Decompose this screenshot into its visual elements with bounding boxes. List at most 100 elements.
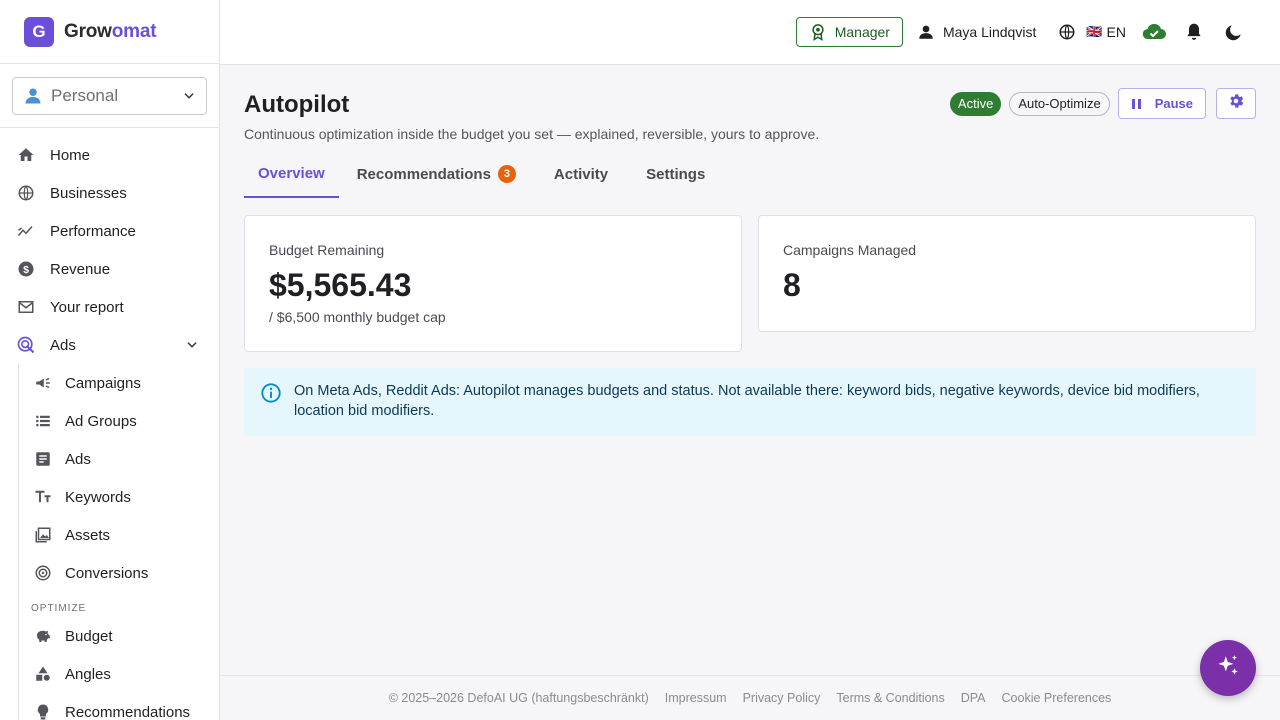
footer-link-privacy[interactable]: Privacy Policy (743, 691, 821, 705)
ads-subnav: Campaigns Ad Groups Ads Keywords Assets … (18, 364, 219, 720)
card-label: Campaigns Managed (783, 242, 917, 258)
language-selector[interactable]: 🇬🇧 EN (1058, 23, 1126, 41)
nav-item-label: Keywords (65, 488, 131, 506)
language-code: EN (1106, 24, 1126, 40)
account-selector[interactable]: Personal (12, 77, 207, 115)
nav-item-label: Revenue (50, 260, 111, 278)
nav-item-label: Budget (65, 627, 113, 645)
page-subtitle: Continuous optimization inside the budge… (244, 126, 820, 142)
nav-item-revenue[interactable]: $ Revenue (0, 250, 219, 288)
brand-name: Growomat (64, 20, 157, 43)
mode-badge: Auto-Optimize (1009, 91, 1110, 116)
text-size-icon (33, 487, 53, 507)
brand-name-part2: omat (111, 20, 157, 42)
nav-item-label: Home (50, 146, 91, 164)
tab-label: Recommendations (356, 165, 491, 183)
nav-item-label: Conversions (65, 564, 149, 582)
count-badge: 3 (497, 165, 516, 183)
summary-cards: Budget Remaining $5,565.43 / $6,500 mont… (244, 215, 1256, 352)
footer-link-impressum[interactable]: Impressum (665, 691, 727, 705)
shapes-icon (33, 664, 53, 684)
main-nav: Home Businesses Performance $ Revenue Yo… (0, 128, 219, 720)
nav-item-your-report[interactable]: Your report (0, 288, 219, 326)
nav-item-label: Your report (50, 298, 124, 316)
person-icon (23, 86, 43, 106)
card-subtext: / $6,500 monthly budget cap (269, 309, 446, 325)
nav-item-ad-groups[interactable]: Ad Groups (19, 402, 219, 440)
tab-label: Activity (553, 165, 609, 183)
status-badge: Active (949, 91, 1002, 116)
account-selector-wrap: Personal (0, 64, 219, 128)
sparkle-icon (1215, 653, 1241, 684)
info-text: On Meta Ads, Reddit Ads: Autopilot manag… (294, 383, 1200, 419)
bell-icon[interactable] (1182, 20, 1206, 44)
settings-button[interactable] (1216, 88, 1256, 119)
nav-item-label: Businesses (50, 184, 127, 202)
nav-item-angles[interactable]: Angles (19, 655, 219, 693)
tab-label: Overview (258, 164, 325, 182)
home-icon (16, 145, 36, 165)
moon-icon[interactable] (1222, 20, 1246, 44)
nav-item-label: Ad Groups (65, 412, 137, 430)
nav-item-performance[interactable]: Performance (0, 212, 219, 250)
brand[interactable]: G Growomat (0, 0, 219, 64)
pause-button[interactable]: Pause (1117, 88, 1206, 119)
footer-link-terms[interactable]: Terms & Conditions (836, 691, 944, 705)
dollar-icon: $ (16, 259, 36, 279)
user-name: Maya Lindqvist (942, 24, 1037, 40)
nav-item-label: Ads (65, 450, 91, 468)
card-label: Budget Remaining (269, 242, 385, 258)
brand-name-part1: Grow (64, 20, 112, 42)
globe-icon (16, 183, 36, 203)
brand-logo: G (24, 16, 54, 47)
nav-item-label: Ads (50, 336, 76, 354)
ai-assistant-button[interactable] (1200, 640, 1256, 696)
nav-item-budget[interactable]: Budget (19, 617, 219, 655)
top-bar: Manager Maya Lindqvist 🇬🇧 EN (220, 0, 1280, 65)
mail-icon (16, 297, 36, 317)
chevron-down-icon[interactable] (185, 338, 199, 352)
image-icon (33, 525, 53, 545)
footer-link-cookies[interactable]: Cookie Preferences (1002, 691, 1112, 705)
card-value: 8 (783, 267, 801, 303)
nav-item-conversions[interactable]: Conversions (19, 554, 219, 592)
tab-settings[interactable]: Settings (632, 150, 719, 198)
nav-item-keywords[interactable]: Keywords (19, 478, 219, 516)
footer-link-dpa[interactable]: DPA (961, 691, 986, 705)
list-icon (33, 411, 53, 431)
nav-item-businesses[interactable]: Businesses (0, 174, 219, 212)
tab-bar: Overview Recommendations 3 Activity Setti… (244, 150, 1256, 199)
nav-item-recommendations[interactable]: Recommendations (19, 693, 219, 720)
svg-text:$: $ (23, 264, 29, 276)
gear-icon (1227, 92, 1245, 115)
lightbulb-icon (33, 702, 53, 720)
piggy-bank-icon (33, 626, 53, 646)
manager-label: Manager (834, 24, 890, 40)
sidebar: G Growomat Personal Home Businesses Perf… (0, 0, 220, 720)
info-alert: On Meta Ads, Reddit Ads: Autopilot manag… (244, 368, 1256, 436)
page-title: Autopilot (244, 91, 350, 118)
award-icon (809, 23, 827, 41)
user-menu[interactable]: Maya Lindqvist (917, 23, 1036, 41)
tab-label: Settings (646, 165, 706, 183)
tab-recommendations[interactable]: Recommendations 3 (343, 150, 530, 198)
manager-button[interactable]: Manager (795, 17, 903, 47)
tab-overview[interactable]: Overview (244, 150, 339, 198)
card-value: $5,565.43 (269, 267, 412, 303)
nav-item-assets[interactable]: Assets (19, 516, 219, 554)
nav-item-campaigns[interactable]: Campaigns (19, 364, 219, 402)
cloud-sync-icon[interactable] (1142, 20, 1166, 44)
info-icon (260, 382, 282, 404)
tab-activity[interactable]: Activity (540, 150, 622, 198)
uk-flag-icon: 🇬🇧 (1086, 24, 1103, 39)
campaigns-managed-card: Campaigns Managed 8 (758, 215, 1256, 332)
pause-icon (1131, 98, 1143, 110)
nav-item-home[interactable]: Home (0, 136, 219, 174)
nav-item-label: Performance (50, 222, 136, 240)
megaphone-icon (33, 373, 53, 393)
nav-item-ads[interactable]: Ads (19, 440, 219, 478)
globe-icon (1058, 23, 1076, 41)
nav-item-label: Assets (65, 526, 111, 544)
nav-item-ads[interactable]: Ads (0, 326, 219, 364)
target-icon (33, 563, 53, 583)
